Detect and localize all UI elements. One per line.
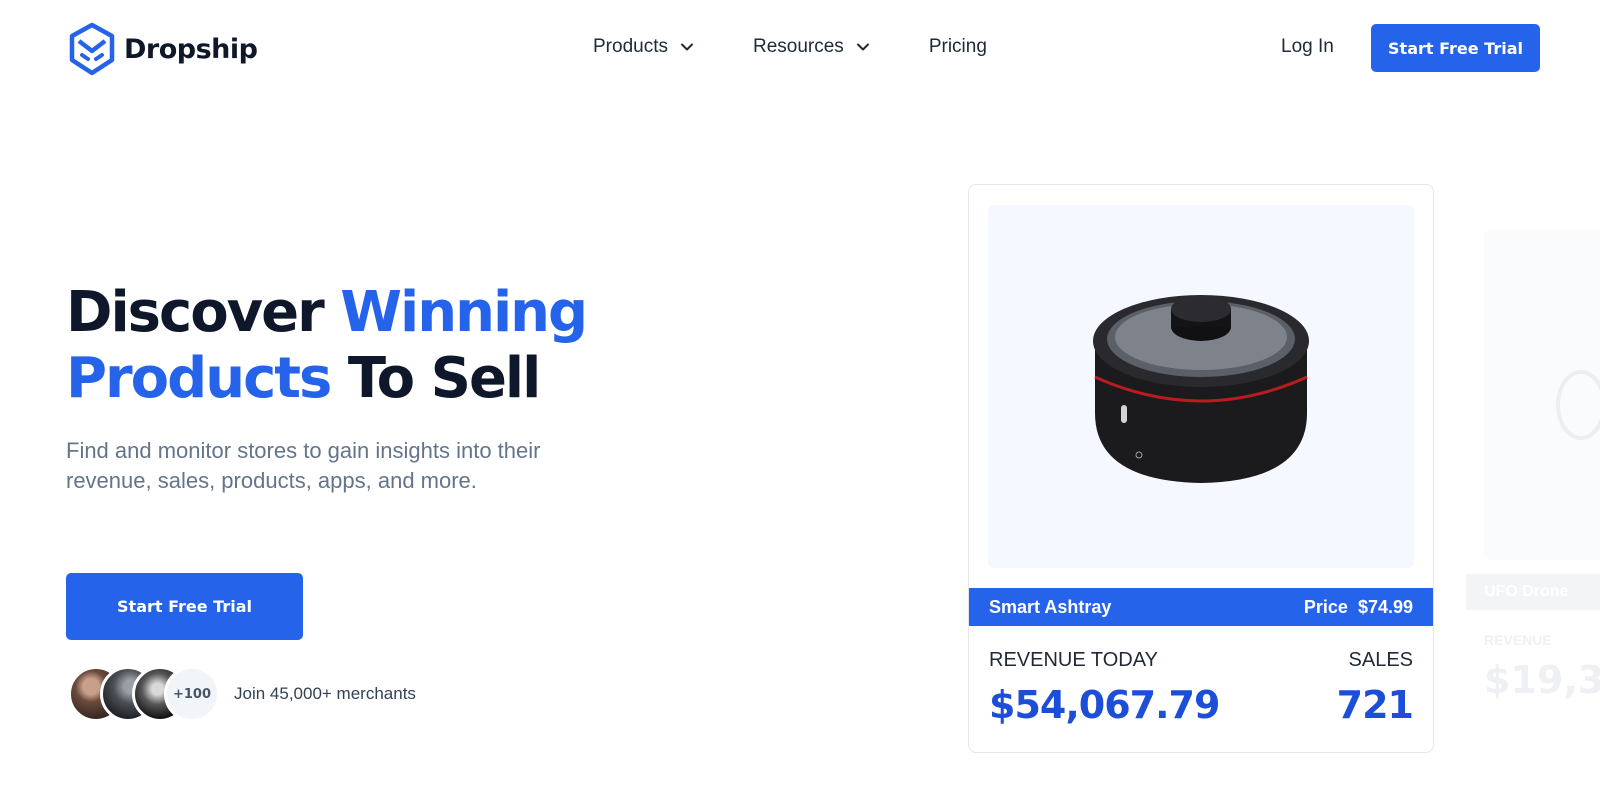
login-link[interactable]: Log In [1281, 36, 1334, 58]
stats-labels: REVENUE TODAY SALES [989, 649, 1413, 672]
drone-image [1556, 370, 1600, 440]
nav-item-products[interactable]: Products [593, 36, 694, 58]
next-revenue-label: REVENUE [1484, 632, 1552, 648]
hero-start-free-trial-button[interactable]: Start Free Trial [66, 573, 303, 640]
price-label: Price [1303, 596, 1348, 617]
chevron-down-icon [856, 43, 869, 51]
stats-values: $54,067.79 721 [989, 683, 1414, 727]
next-product-image [1484, 230, 1600, 560]
next-product-card: UFO Drone REVENUE $19,3 [1466, 230, 1600, 750]
ashtray-image [1093, 295, 1309, 483]
nav-item-resources[interactable]: Resources [753, 36, 870, 58]
main-menu: Products Resources Pricing [593, 36, 987, 58]
chevron-down-icon [680, 43, 693, 51]
product-title-bar: Smart Ashtray Price $74.99 [969, 588, 1433, 626]
sales-label: SALES [1348, 649, 1413, 671]
page: Dropship Products Resources Pricing Log … [0, 0, 1600, 804]
headline-text: To Sell [330, 346, 541, 411]
revenue-value: $54,067.79 [989, 683, 1220, 727]
logo-link[interactable]: Dropship [68, 22, 258, 76]
sales-value: 721 [1336, 683, 1414, 727]
product-image [988, 205, 1414, 568]
headline-accent: Winning [340, 280, 588, 345]
social-proof: +100 Join 45,000+ merchants [68, 666, 416, 722]
revenue-label: REVENUE TODAY [989, 649, 1158, 671]
top-navbar: Dropship Products Resources Pricing Log … [0, 0, 1600, 98]
next-revenue-value: $19,3 [1484, 658, 1600, 702]
avatar-stack: +100 [68, 666, 220, 722]
next-product-name: UFO Drone [1484, 583, 1569, 600]
product-name: Smart Ashtray [989, 596, 1112, 617]
start-free-trial-button[interactable]: Start Free Trial [1371, 24, 1540, 72]
product-card[interactable]: Smart Ashtray Price $74.99 REVENUE TODAY … [968, 184, 1434, 753]
merchants-count-text: Join 45,000+ merchants [234, 684, 416, 703]
nav-item-label: Pricing [928, 36, 987, 57]
nav-item-label: Products [593, 36, 668, 57]
next-product-title-bar: UFO Drone [1466, 574, 1600, 610]
more-merchants-badge: +100 [164, 666, 220, 722]
nav-item-label: Resources [752, 36, 844, 57]
nav-item-pricing[interactable]: Pricing [929, 36, 987, 58]
headline-text: Discover [66, 280, 341, 345]
hero-subtitle: Find and monitor stores to gain insights… [66, 438, 541, 493]
brand-name: Dropship [124, 33, 258, 65]
headline-accent: Products [66, 346, 332, 411]
product-price: Price $74.99 [1304, 597, 1413, 618]
price-value: $74.99 [1357, 596, 1413, 617]
hero-headline: Discover Winning Products To Sell [66, 280, 626, 412]
logo-mark-icon [69, 22, 115, 76]
